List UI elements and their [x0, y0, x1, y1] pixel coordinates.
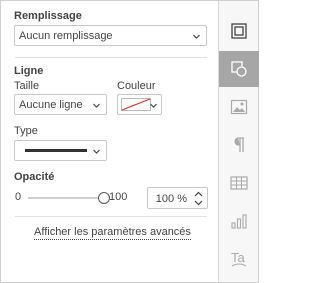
chevron-down-icon [93, 103, 100, 108]
sidebar-item-shape[interactable] [219, 51, 259, 87]
solid-line-preview-icon [25, 149, 87, 152]
shape-settings-icon [231, 61, 247, 77]
fill-type-value: Aucun remplissage [19, 30, 113, 42]
opacity-heading: Opacité [14, 171, 55, 183]
chevron-up-icon[interactable] [194, 191, 203, 197]
line-color-picker[interactable] [117, 94, 162, 115]
line-heading: Ligne [14, 65, 44, 77]
opacity-slider-track[interactable] [28, 197, 104, 199]
line-type-label: Type [14, 125, 38, 137]
line-size-value: Aucune ligne [19, 99, 83, 111]
advanced-settings-link[interactable]: Afficher les paramètres avancés [34, 226, 191, 240]
line-color-label: Couleur [117, 80, 156, 92]
svg-text:Ta: Ta [231, 250, 246, 265]
slide-settings-icon [231, 23, 247, 39]
sidebar-item-table[interactable] [219, 165, 259, 201]
opacity-max-label: 100 [109, 191, 128, 203]
text-art-settings-icon: Ta [231, 250, 247, 267]
chevron-down-icon[interactable] [194, 200, 203, 206]
no-color-swatch-icon [121, 98, 151, 111]
sidebar-item-slide[interactable] [219, 13, 259, 49]
right-settings-sidebar: Ta [218, 1, 259, 282]
image-settings-icon [230, 99, 248, 115]
opacity-value: 100 % [155, 193, 187, 205]
chart-settings-icon [231, 214, 247, 229]
line-size-label: Taille [14, 80, 40, 92]
shape-settings-panel: Remplissage Aucun remplissage Ligne Tail… [1, 1, 218, 282]
fill-type-select[interactable]: Aucun remplissage [14, 25, 207, 46]
sidebar-item-text-art[interactable]: Ta [219, 241, 259, 277]
table-settings-icon [230, 176, 248, 190]
fill-heading: Remplissage [14, 10, 82, 22]
sidebar-item-paragraph[interactable] [219, 127, 259, 163]
line-size-select[interactable]: Aucune ligne [14, 94, 107, 115]
opacity-min-label: 0 [15, 191, 22, 203]
chevron-down-icon [193, 34, 200, 39]
line-type-select[interactable] [14, 140, 107, 161]
chevron-down-icon [150, 103, 157, 108]
separator [15, 57, 207, 58]
opacity-spinner[interactable]: 100 % [147, 187, 208, 209]
sidebar-item-chart[interactable] [219, 203, 259, 239]
chevron-down-icon [93, 149, 100, 154]
paragraph-settings-icon [234, 137, 244, 152]
sidebar-item-image[interactable] [219, 89, 259, 125]
opacity-slider-fill [28, 197, 104, 199]
separator [15, 216, 207, 217]
